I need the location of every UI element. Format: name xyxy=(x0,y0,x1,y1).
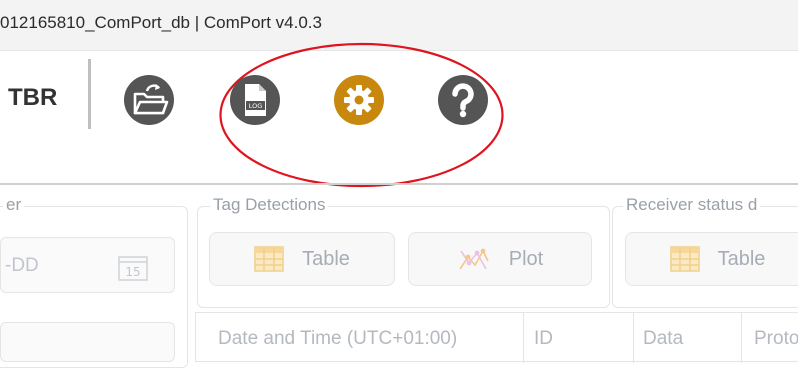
column-header-data[interactable]: Data xyxy=(643,328,683,350)
receiver-status-table-button[interactable]: Table xyxy=(625,232,798,286)
tag-detections-table-label: Table xyxy=(302,247,350,270)
toolbar-separator xyxy=(88,59,91,129)
brand-label: TBR xyxy=(8,84,58,111)
scatter-plot-icon xyxy=(459,248,489,270)
column-header-protocol[interactable]: Proto xyxy=(754,328,798,350)
open-folder-icon xyxy=(124,75,174,125)
column-separator xyxy=(741,313,742,363)
detections-table-header: Date and Time (UTC+01:00) ID Data Proto xyxy=(195,312,798,363)
column-header-id[interactable]: ID xyxy=(534,328,553,350)
date-input-placeholder: -DD xyxy=(5,255,39,276)
calendar-day: 15 xyxy=(125,265,140,279)
tag-detections-plot-button[interactable]: Plot xyxy=(408,232,592,286)
table-icon xyxy=(254,246,284,272)
calendar-icon[interactable]: 15 xyxy=(118,253,148,281)
date-input-2[interactable] xyxy=(0,322,175,362)
receiver-status-title: Receiver status d xyxy=(623,195,761,215)
tag-detections-table-button[interactable]: Table xyxy=(209,232,395,286)
tag-detections-title: Tag Detections xyxy=(210,195,329,215)
column-header-datetime[interactable]: Date and Time (UTC+01:00) xyxy=(218,328,457,350)
toolbar-bottom-divider xyxy=(0,183,798,185)
tag-detections-plot-label: Plot xyxy=(508,247,544,270)
column-separator xyxy=(633,313,634,363)
table-icon xyxy=(669,246,700,272)
receiver-group-title: er xyxy=(3,195,25,215)
window-title: 012165810_ComPort_db | ComPort v4.0.3 xyxy=(0,13,322,32)
open-folder-button[interactable] xyxy=(123,74,175,126)
annotation-ellipse xyxy=(219,42,504,188)
column-separator xyxy=(523,313,524,363)
date-input[interactable]: -DD 15 xyxy=(0,237,175,293)
receiver-status-table-label: Table xyxy=(717,247,766,270)
